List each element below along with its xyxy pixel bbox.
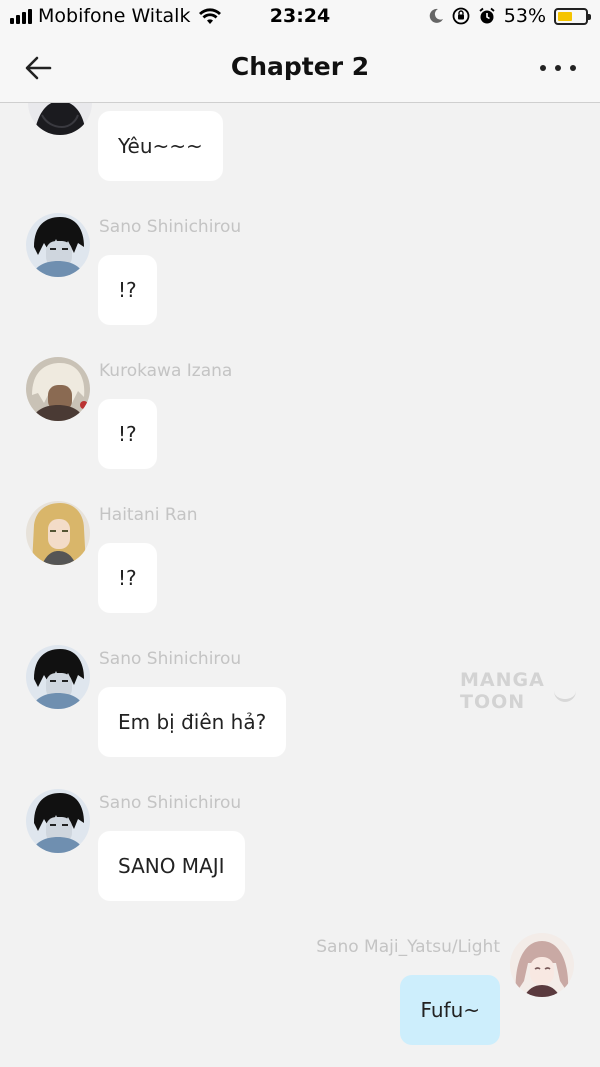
message-bubble[interactable]: !? — [98, 543, 157, 613]
orientation-lock-icon — [452, 7, 470, 25]
alarm-icon — [479, 7, 495, 24]
avatar[interactable] — [26, 645, 90, 709]
sender-name: Sano Maji_Yatsu/Light — [316, 937, 500, 957]
battery-icon — [554, 7, 591, 25]
message-text: Fufu~ — [420, 998, 480, 1022]
avatar[interactable] — [26, 213, 90, 277]
message-bubble[interactable]: !? — [98, 255, 157, 325]
sender-name: Haitani Ran — [99, 505, 198, 525]
message-text: !? — [118, 422, 137, 446]
message-text: SANO MAJI — [118, 854, 225, 878]
more-horizontal-icon[interactable] — [540, 56, 576, 80]
avatar[interactable] — [26, 501, 90, 565]
message-text: Em bị điên hả? — [118, 710, 267, 734]
moon-icon — [429, 8, 443, 23]
message-bubble[interactable]: Yêu~~~ — [98, 111, 223, 181]
status-bar: Mobifone Witalk 23:24 53% — [0, 0, 600, 34]
avatar[interactable] — [26, 789, 90, 853]
avatar[interactable] — [26, 357, 90, 421]
message-text: !? — [118, 566, 137, 590]
message-bubble[interactable]: Em bị điên hả? — [98, 687, 287, 757]
watermark-logo: MANGA TOON — [460, 669, 545, 713]
page-title: Chapter 2 — [230, 52, 370, 81]
avatar[interactable] — [28, 103, 92, 135]
message-text: !? — [118, 278, 137, 302]
battery-percent: 53% — [503, 5, 546, 27]
chapter-header: Chapter 2 — [0, 34, 600, 103]
sender-name: Sano Shinichirou — [99, 649, 242, 669]
sender-name: Kurokawa Izana — [99, 361, 233, 381]
message-bubble-self[interactable]: Fufu~ — [400, 975, 500, 1045]
sender-name: Sano Shinichirou — [99, 217, 242, 237]
avatar[interactable] — [510, 933, 574, 997]
sender-name: Sano Shinichirou — [99, 793, 242, 813]
message-bubble[interactable]: !? — [98, 399, 157, 469]
chat-thread[interactable]: Yêu~~~ Sano Shinichirou !? Kurokawa Izan… — [0, 103, 600, 1067]
message-text: Yêu~~~ — [118, 134, 203, 158]
message-bubble[interactable]: SANO MAJI — [98, 831, 245, 901]
